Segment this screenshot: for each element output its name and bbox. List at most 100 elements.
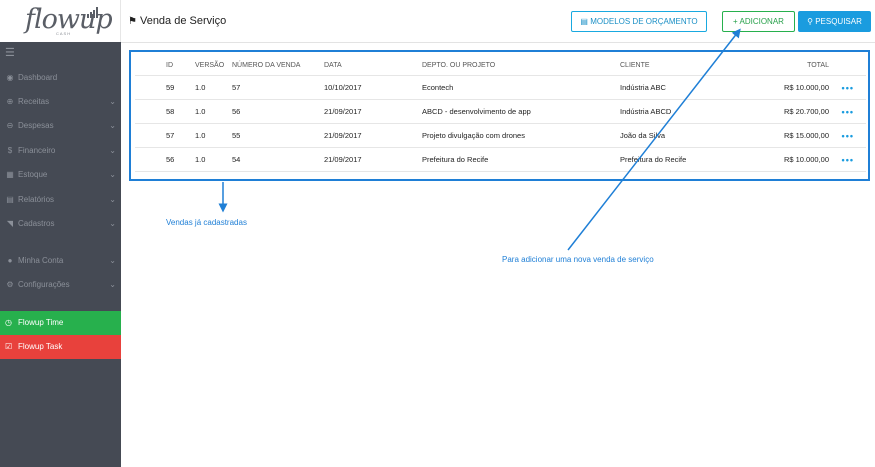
cell-id: 57 xyxy=(166,131,175,140)
cell-id: 58 xyxy=(166,107,175,116)
cell-id: 56 xyxy=(166,155,175,164)
column-header-depto[interactable]: DEPTO. OU PROJETO xyxy=(422,56,495,76)
sidebar-item-configuracoes[interactable]: ⚙ Configurações ⌄ xyxy=(0,276,121,294)
chevron-down-icon: ⌄ xyxy=(109,195,116,204)
cell-data: 21/09/2017 xyxy=(324,131,362,140)
chevron-down-icon: ⌄ xyxy=(109,170,116,179)
cell-depto: Econtech xyxy=(422,83,454,92)
cell-cliente: Indústria ABC xyxy=(620,83,666,92)
cell-depto: ABCD - desenvolvimento de app xyxy=(422,107,531,116)
models-button-label: MODELOS DE ORÇAMENTO xyxy=(590,17,698,26)
sidebar-item-minha-conta[interactable]: ● Minha Conta ⌄ xyxy=(0,252,121,270)
flowup-time-button[interactable]: ◷ Flowup Time xyxy=(0,311,121,335)
cell-data: 21/09/2017 xyxy=(324,155,362,164)
sidebar-item-label: Configurações xyxy=(18,280,70,289)
cell-versao: 1.0 xyxy=(195,107,206,116)
minus-circle-icon: ⊖ xyxy=(6,121,14,130)
sidebar-item-receitas[interactable]: ⊕ Receitas ⌄ xyxy=(0,93,121,111)
app-window: flowup CASH ☰ ◉ Dashboard ⊕ Receitas ⌄ ⊖… xyxy=(0,0,875,467)
dashboard-icon: ◉ xyxy=(6,73,14,82)
sidebar-item-label: Cadastros xyxy=(18,219,55,228)
chevron-down-icon: ⌄ xyxy=(109,219,116,228)
sidebar-item-label: Estoque xyxy=(18,170,48,179)
sidebar: flowup CASH ☰ ◉ Dashboard ⊕ Receitas ⌄ ⊖… xyxy=(0,0,121,467)
page-title-text: Venda de Serviço xyxy=(139,15,227,27)
cell-cliente: João da Silva xyxy=(620,131,666,140)
checkbox-icon: ☑ xyxy=(5,342,13,351)
cell-cliente: Indústria ABCD xyxy=(620,107,672,116)
dollar-icon: $ xyxy=(7,146,13,155)
folder-icon: ◥ xyxy=(6,219,14,228)
sidebar-item-label: Minha Conta xyxy=(18,256,64,265)
cell-numero: 55 xyxy=(232,131,241,140)
column-header-total[interactable]: TOTAL xyxy=(807,56,829,76)
sidebar-item-dashboard[interactable]: ◉ Dashboard xyxy=(0,69,121,87)
header-divider xyxy=(121,42,875,43)
sidebar-item-label: Despesas xyxy=(18,121,54,130)
cell-versao: 1.0 xyxy=(195,155,206,164)
sidebar-item-label: Financeiro xyxy=(18,146,56,155)
flowup-task-label: Flowup Task xyxy=(18,342,63,351)
page-title: ⚑ Venda de Serviço xyxy=(128,15,226,27)
table-row[interactable]: 56 1.0 54 21/09/2017 Prefeitura do Recif… xyxy=(135,148,866,172)
sidebar-item-label: Dashboard xyxy=(18,73,58,82)
table-highlight-frame: ID VERSÃO NÚMERO DA VENDA DATA DEPTO. OU… xyxy=(129,50,870,181)
flowup-time-label: Flowup Time xyxy=(18,318,64,327)
column-header-cliente[interactable]: CLIENTE xyxy=(620,56,650,76)
search-button-label: PESQUISAR xyxy=(815,17,862,26)
table-row[interactable]: 57 1.0 55 21/09/2017 Projeto divulgação … xyxy=(135,124,866,148)
table-row[interactable]: 59 1.0 57 10/10/2017 Econtech Indústria … xyxy=(135,76,866,100)
more-options-icon[interactable]: ••• xyxy=(842,100,854,124)
flag-icon: ⚑ xyxy=(128,16,137,27)
search-button[interactable]: ⚲ PESQUISAR xyxy=(798,11,871,32)
cell-versao: 1.0 xyxy=(195,131,206,140)
logo[interactable]: flowup CASH xyxy=(0,0,121,42)
sidebar-item-estoque[interactable]: ▦ Estoque ⌄ xyxy=(0,166,121,184)
add-button-label: ADICIONAR xyxy=(739,17,784,26)
sidebar-item-cadastros[interactable]: ◥ Cadastros ⌄ xyxy=(0,215,121,233)
cogs-icon: ⚙ xyxy=(6,280,14,289)
sidebar-item-financeiro[interactable]: $ Financeiro ⌄ xyxy=(0,142,121,160)
plus-circle-icon: ⊕ xyxy=(6,97,14,106)
more-options-icon[interactable]: ••• xyxy=(842,124,854,148)
clock-icon: ◷ xyxy=(5,318,12,327)
cell-total: R$ 15.000,00 xyxy=(783,131,829,140)
search-icon: ⚲ xyxy=(807,17,813,26)
cell-data: 10/10/2017 xyxy=(324,83,362,92)
cell-cliente: Prefeitura do Recife xyxy=(620,155,687,164)
cell-numero: 57 xyxy=(232,83,241,92)
cell-total: R$ 20.700,00 xyxy=(783,107,829,116)
sales-table: ID VERSÃO NÚMERO DA VENDA DATA DEPTO. OU… xyxy=(135,56,866,172)
chevron-down-icon: ⌄ xyxy=(109,97,116,106)
cell-data: 21/09/2017 xyxy=(324,107,362,116)
sidebar-item-relatorios[interactable]: ▤ Relatórios ⌄ xyxy=(0,191,121,209)
table-row[interactable]: 58 1.0 56 21/09/2017 ABCD - desenvolvime… xyxy=(135,100,866,124)
column-header-versao[interactable]: VERSÃO xyxy=(195,56,224,76)
column-header-numero[interactable]: NÚMERO DA VENDA xyxy=(232,56,300,76)
column-header-data[interactable]: DATA xyxy=(324,56,342,76)
cell-total: R$ 10.000,00 xyxy=(783,155,829,164)
flowup-task-button[interactable]: ☑ Flowup Task xyxy=(0,335,121,359)
cell-numero: 54 xyxy=(232,155,241,164)
document-icon: ▤ xyxy=(580,17,588,26)
cell-numero: 56 xyxy=(232,107,241,116)
cell-total: R$ 10.000,00 xyxy=(783,83,829,92)
more-options-icon[interactable]: ••• xyxy=(842,148,854,172)
models-button[interactable]: ▤ MODELOS DE ORÇAMENTO xyxy=(571,11,707,32)
table-header-row: ID VERSÃO NÚMERO DA VENDA DATA DEPTO. OU… xyxy=(135,56,866,76)
add-button[interactable]: + ADICIONAR xyxy=(722,11,795,32)
annotation-adicionar: Para adicionar uma nova venda de serviço xyxy=(502,255,654,264)
column-header-id[interactable]: ID xyxy=(166,56,173,76)
grid-icon: ▦ xyxy=(6,170,14,179)
logo-subtext: CASH xyxy=(56,31,72,36)
hamburger-icon[interactable]: ☰ xyxy=(5,46,15,59)
plus-icon: + xyxy=(733,17,738,26)
cell-depto: Prefeitura do Recife xyxy=(422,155,489,164)
more-options-icon[interactable]: ••• xyxy=(842,76,854,100)
chevron-down-icon: ⌄ xyxy=(109,121,116,130)
cell-versao: 1.0 xyxy=(195,83,206,92)
sidebar-item-label: Receitas xyxy=(18,97,50,106)
report-icon: ▤ xyxy=(6,195,14,204)
chevron-down-icon: ⌄ xyxy=(109,256,116,265)
sidebar-item-despesas[interactable]: ⊖ Despesas ⌄ xyxy=(0,117,121,135)
